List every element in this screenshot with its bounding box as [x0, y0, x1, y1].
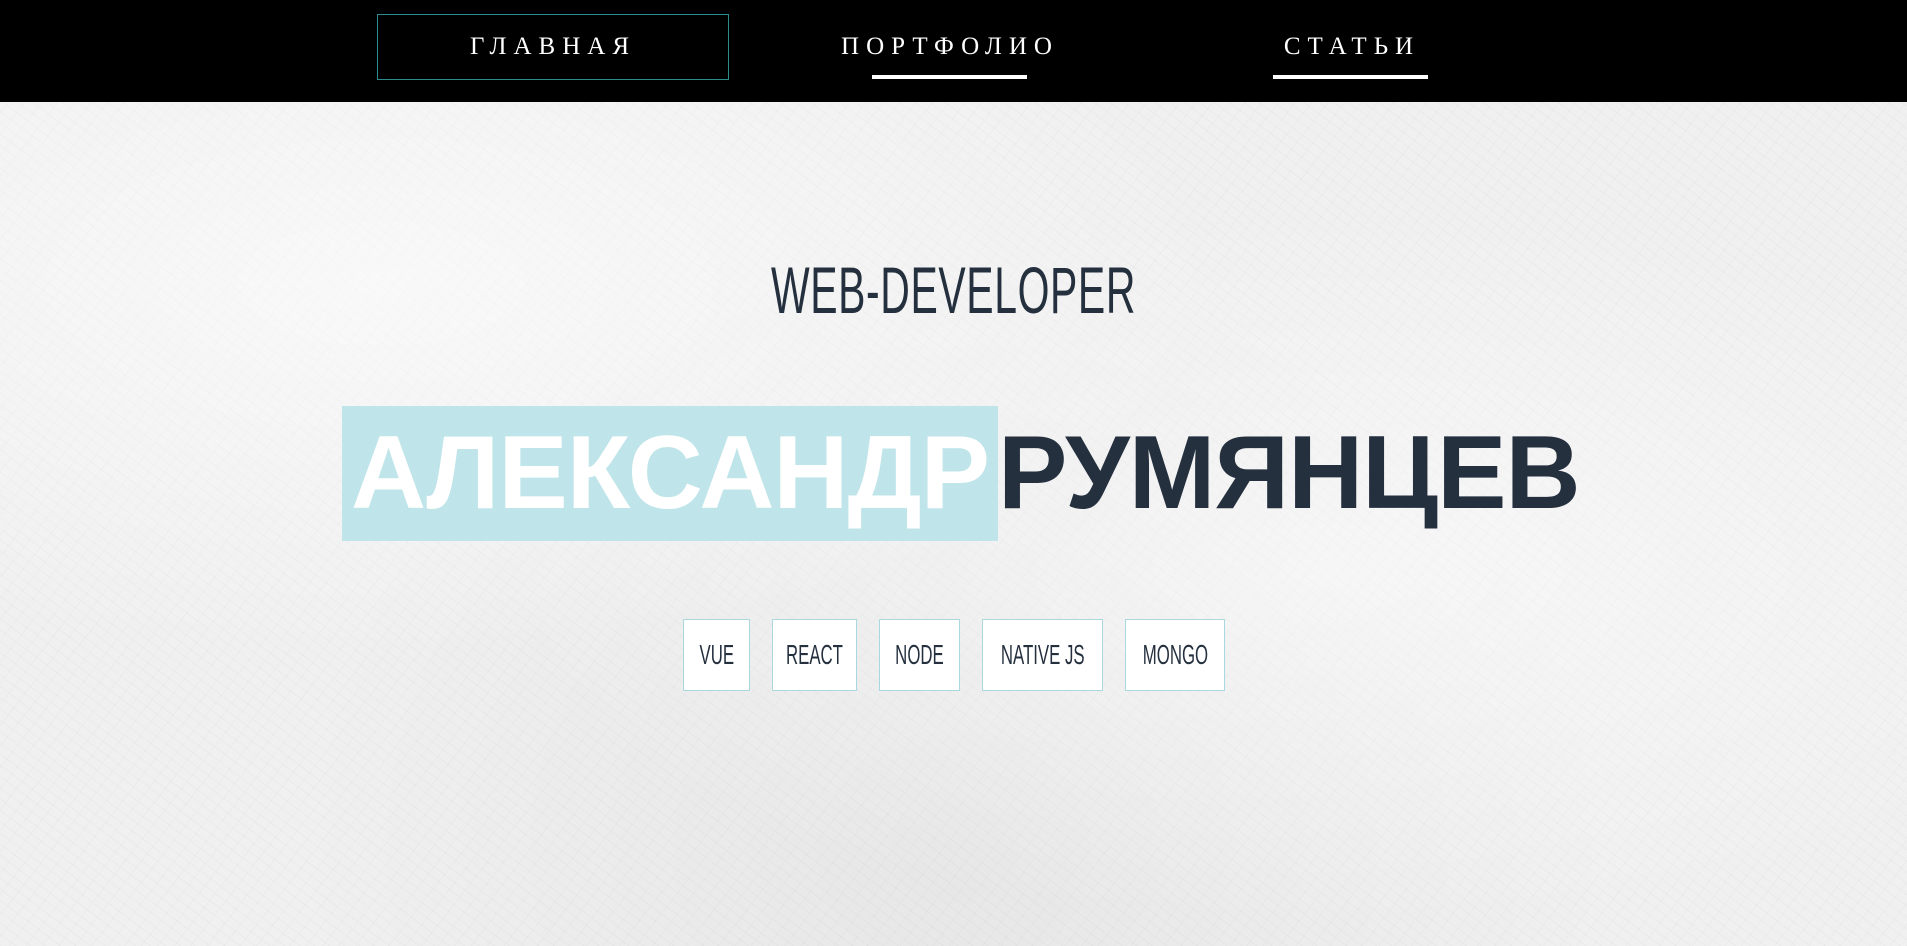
skill-tag-label: NODE	[895, 639, 944, 670]
first-name-highlight: АЛЕКСАНДР	[342, 406, 998, 541]
role-title: WEB-DEVELOPER	[770, 253, 1137, 327]
skill-tag-native-js[interactable]: NATIVE JS	[982, 619, 1103, 691]
last-name: РУМЯНЦЕВ	[998, 415, 1581, 531]
nav-portfolio-link[interactable]: ПОРТФОЛИО	[800, 14, 1100, 80]
name-heading: АЛЕКСАНДР РУМЯНЦЕВ	[0, 406, 1907, 541]
nav-portfolio-label: ПОРТФОЛИО	[841, 33, 1059, 60]
nav-home-label: ГЛАВНАЯ	[469, 33, 637, 60]
skill-tag-node[interactable]: NODE	[879, 619, 960, 691]
skill-tag-label: NATIVE JS	[1000, 639, 1085, 670]
skill-tag-mongo[interactable]: MONGO	[1125, 619, 1225, 691]
skill-tag-label: VUE	[699, 639, 734, 670]
top-navigation: ГЛАВНАЯ ПОРТФОЛИО СТАТЬИ	[0, 0, 1907, 102]
skill-tag-label: MONGO	[1142, 639, 1208, 670]
nav-home-link[interactable]: ГЛАВНАЯ	[377, 14, 729, 80]
nav-articles-label: СТАТЬИ	[1283, 33, 1421, 60]
nav-portfolio-underline	[872, 75, 1027, 79]
skill-tag-vue[interactable]: VUE	[683, 619, 750, 691]
skill-tag-label: REACT	[786, 639, 843, 670]
nav-articles-link[interactable]: СТАТЬИ	[1200, 14, 1504, 80]
skill-tag-react[interactable]: REACT	[772, 619, 857, 691]
nav-articles-underline	[1273, 75, 1428, 79]
